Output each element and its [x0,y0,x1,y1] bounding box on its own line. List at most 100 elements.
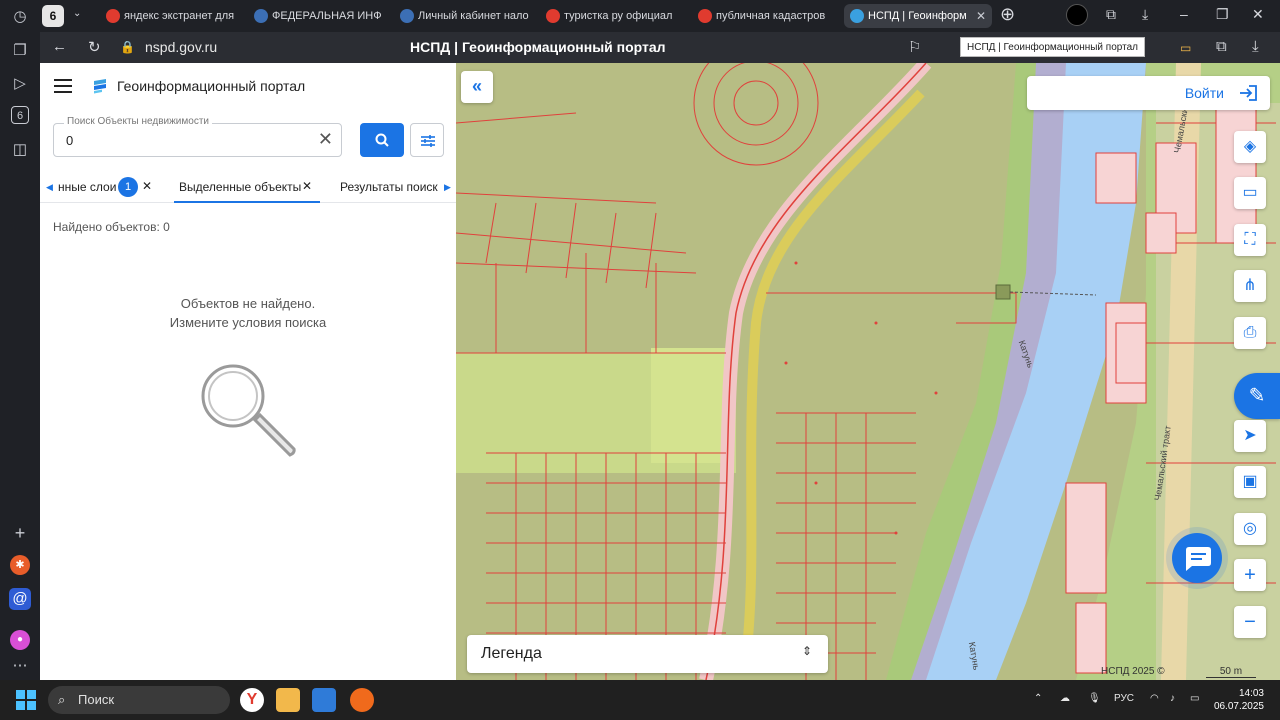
chat-icon [1186,547,1211,571]
login-button[interactable]: Войти [1027,76,1270,110]
zoom-out-button[interactable]: − [1234,606,1266,638]
filter-button[interactable] [410,123,444,157]
windows-start-icon[interactable] [16,690,36,710]
close-icon[interactable]: ✕ [302,179,312,193]
chevron-down-icon[interactable]: ⌄ [73,8,81,19]
search-label: Поиск Объекты недвижимости [64,116,212,127]
portal-logo-icon [94,79,106,94]
favicon-icon [254,9,268,23]
locate-icon[interactable]: ➤ [1234,420,1266,452]
store-icon[interactable] [312,688,336,712]
volume-icon[interactable]: ♪ [1170,693,1175,704]
browser-tab[interactable]: публичная кадастров [692,4,834,28]
clear-icon[interactable]: ✕ [318,129,333,150]
wifi-icon[interactable]: ◠ [1150,693,1159,704]
map-view[interactable]: Катунь Катунь Чемальский тракт Чемальски… [456,63,1280,680]
favicon-icon [106,9,120,23]
search-value[interactable]: 0 [66,133,73,148]
browser-tab-label: публичная кадастров [716,10,826,22]
clock[interactable]: 14:03 06.07.2025 [1214,687,1264,713]
download-icon[interactable]: ⤓ [1142,6,1148,23]
tab-layers[interactable]: нные слои [58,180,116,194]
help-chat-icon[interactable]: ✎ [1234,373,1280,419]
screenshot-icon[interactable]: ◫ [9,139,31,161]
tabs-scroll-right-icon[interactable]: ▶ [444,182,451,193]
app-title: Геоинформационный портал [117,78,306,94]
add-icon[interactable]: + [9,522,31,544]
battery-icon[interactable]: ▭ [1190,693,1199,704]
download-icon[interactable]: ⤓ [1252,38,1259,55]
browser-tab[interactable]: НСПД | Геоинформ ✕ [844,4,992,28]
search-input[interactable]: Поиск Объекты недвижимости 0 ✕ [53,116,342,157]
page-title: НСПД | Геоинформационный портал [410,39,666,55]
tab-counter[interactable]: 6 [42,5,64,27]
close-icon[interactable]: ✕ [1252,6,1264,23]
browser-tab[interactable]: туристка ру официал [540,4,682,28]
search-button[interactable] [360,123,404,157]
close-icon[interactable]: ✕ [142,179,152,193]
collapse-panel-button[interactable]: « [461,71,493,103]
collections-icon[interactable]: ❐ [9,40,31,62]
collections-icon[interactable]: ⧉ [1106,6,1116,23]
browser-tab[interactable]: Личный кабинет нало [394,4,536,28]
area-select-icon[interactable]: ⛶ [1234,224,1266,256]
map-canvas[interactable] [456,63,1280,680]
basemap-icon[interactable]: ▣ [1234,466,1266,498]
close-tab-icon[interactable]: ✕ [976,4,986,28]
yandex-browser-icon[interactable]: Y [240,688,264,712]
taskbar-search[interactable]: ⌕ Поиск [48,686,230,714]
browser-tab[interactable]: яндекс экстранет для [100,4,242,28]
geolocation-icon[interactable]: ◎ [1234,513,1266,545]
back-icon[interactable]: ← [52,38,67,55]
lock-icon[interactable]: 🔒 [120,40,135,54]
menu-icon[interactable] [54,79,72,93]
history-icon[interactable]: ◷ [9,6,31,28]
browser-tab-label: ФЕДЕРАЛЬНАЯ ИНФ [272,10,382,22]
legend-label: Легенда [481,645,542,662]
tab-search-results[interactable]: Результаты поиска [340,180,438,194]
browser-tab-label: яндекс экстранет для [124,10,235,22]
layers-icon[interactable]: ◈ [1234,131,1266,163]
copyright: НСПД 2025 © [1101,666,1165,677]
scale-bar: 50 m [1206,666,1256,678]
browser-tab[interactable]: ФЕДЕРАЛЬНАЯ ИНФ [248,4,390,28]
empty-hint: Измените условия поиска [169,315,327,330]
ruler-icon[interactable]: ▭ [1234,177,1266,209]
language-indicator[interactable]: РУС [1114,693,1134,704]
print-icon[interactable]: ⎙ [1234,317,1266,349]
zoom-in-button[interactable]: + [1234,559,1266,591]
maximize-icon[interactable]: ❐ [1216,6,1229,23]
file-explorer-icon[interactable] [276,688,300,712]
tabs-scroll-left-icon[interactable]: ◀ [46,182,53,193]
chat-button[interactable] [1172,533,1222,583]
tabs-count-icon[interactable]: 6 [11,106,29,124]
play-icon[interactable]: ▷ [9,73,31,95]
tab-strip: 6 ⌄ яндекс экстранет для ФЕДЕРАЛЬНАЯ ИНФ Л… [40,0,1280,32]
app-icon[interactable] [350,688,374,712]
chevron-up-icon[interactable]: ⌃ [1034,693,1042,704]
share-icon[interactable]: ⋔ [1234,270,1266,302]
battery-icon: ▭ [1180,41,1192,55]
bookmark-icon[interactable]: ⚐ [908,38,921,56]
tab-selected-objects[interactable]: Выделенные объекты [179,180,301,194]
url-field[interactable]: nspd.gov.ru [145,39,217,55]
screen: ◷ ❐ ▷ 6 ◫ + ✱ @ ● ⋯ 6 ⌄ яндекс экстранет… [0,0,1280,720]
tab-tooltip: НСПД | Геоинформационный портал [960,37,1145,57]
browser-sidebar: ◷ ❐ ▷ 6 ◫ + ✱ @ ● ⋯ [0,0,40,680]
browser-tab-label: туристка ру официал [564,10,673,22]
avatar[interactable] [1066,4,1088,26]
minimize-icon[interactable]: – [1180,6,1188,22]
new-tab-button[interactable]: ⊕ [1000,4,1015,25]
mic-icon[interactable]: 🎙 [1088,693,1101,704]
reload-icon[interactable]: ↻ [88,38,101,56]
more-icon[interactable]: ⋯ [9,655,31,677]
magnifier-icon [201,364,296,457]
app-icon[interactable]: ✱ [10,555,30,575]
time: 14:03 [1238,688,1264,699]
cloud-icon[interactable]: ☁ [1060,693,1070,704]
legend-dropdown[interactable]: Легенда ⇕ [467,635,828,673]
alice-icon[interactable]: ● [10,630,30,650]
mail-icon[interactable]: @ [9,588,31,610]
login-label: Войти [1184,85,1224,101]
extensions-icon[interactable]: ⧉ [1216,38,1227,55]
